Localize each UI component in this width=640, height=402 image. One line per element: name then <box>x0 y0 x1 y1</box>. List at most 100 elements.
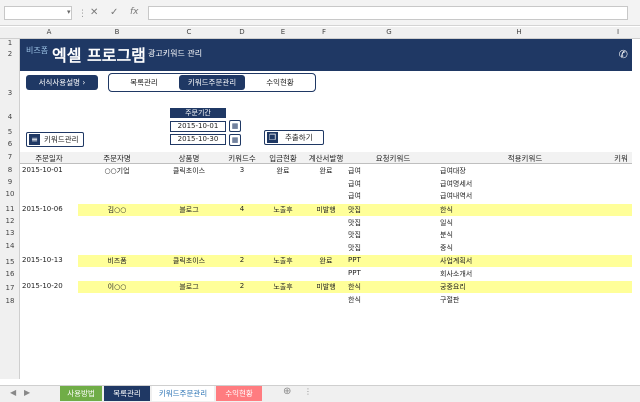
requested-keyword-cell[interactable]: 한식 <box>348 282 361 292</box>
add-sheet-icon[interactable]: ⊕ <box>283 386 291 397</box>
keyword-count-cell[interactable]: 4 <box>222 205 262 213</box>
row-header[interactable]: 10 <box>0 190 20 198</box>
applied-keyword-cell[interactable]: 사업계획서 <box>440 256 472 266</box>
applied-keyword-cell[interactable]: 급여대장 <box>440 166 466 176</box>
requested-keyword-cell[interactable]: 급여 <box>348 191 361 201</box>
function-icon[interactable]: fx <box>130 7 139 17</box>
column-header[interactable]: C <box>156 28 222 36</box>
requested-keyword-cell[interactable]: 맛집 <box>348 205 361 215</box>
confirm-icon[interactable]: ✓ <box>110 7 118 18</box>
tab-group: 목록관리 키워드주문관리 수익현황 <box>108 73 316 92</box>
row-header[interactable]: 9 <box>0 178 20 186</box>
formula-input[interactable] <box>148 6 628 20</box>
column-header[interactable]: I <box>604 28 632 36</box>
calendar-icon[interactable]: ▦ <box>229 134 241 146</box>
payment-cell[interactable]: 노출후 <box>262 205 304 215</box>
column-header[interactable]: A <box>20 28 78 36</box>
keyword-count-cell[interactable]: 2 <box>222 256 262 264</box>
row-header[interactable]: 14 <box>0 242 20 250</box>
header-applied: 적용키워드 <box>507 154 543 163</box>
column-header[interactable]: F <box>304 28 344 36</box>
requested-keyword-cell[interactable]: 급여 <box>348 166 361 176</box>
applied-keyword-cell[interactable]: 궁중요리 <box>440 282 466 292</box>
row-header[interactable]: 1 <box>0 39 20 47</box>
product-cell[interactable]: 블로그 <box>156 282 222 292</box>
product-cell[interactable]: 클릭초이스 <box>156 256 222 266</box>
row-header[interactable]: 11 <box>0 205 20 213</box>
row-header[interactable]: 12 <box>0 217 20 225</box>
product-cell[interactable]: 블로그 <box>156 205 222 215</box>
row-header[interactable]: 4 <box>0 113 20 121</box>
tab-revenue[interactable]: 수익현황 <box>247 75 313 90</box>
sheet-tab[interactable]: 목록관리 <box>104 386 150 401</box>
end-date-field[interactable]: 2015-10-30 <box>170 134 226 145</box>
keyword-management-button[interactable]: ≡ 키워드관리 <box>26 132 84 147</box>
row-header[interactable]: 15 <box>0 258 20 266</box>
tab-keyword-orders[interactable]: 키워드주문관리 <box>179 75 245 90</box>
applied-keyword-cell[interactable]: 분식 <box>440 230 453 240</box>
requested-keyword-cell[interactable]: 맛집 <box>348 243 361 253</box>
order-date-cell[interactable]: 2015-10-06 <box>22 205 63 213</box>
column-header[interactable]: D <box>222 28 262 36</box>
guide-button[interactable]: 서식사용설명 › <box>26 75 98 90</box>
column-header[interactable]: G <box>344 28 434 36</box>
requested-keyword-cell[interactable]: PPT <box>348 256 361 264</box>
cancel-icon[interactable]: ✕ <box>90 7 98 18</box>
chevron-down-icon[interactable]: ▾ <box>67 8 71 16</box>
row-header[interactable]: 3 <box>0 89 20 97</box>
requested-keyword-cell[interactable]: PPT <box>348 269 361 277</box>
payment-cell[interactable]: 노출후 <box>262 282 304 292</box>
applied-keyword-cell[interactable]: 급여내역서 <box>440 191 472 201</box>
invoice-cell[interactable]: 완료 <box>304 166 348 176</box>
row-header[interactable]: 7 <box>0 153 20 161</box>
row-header[interactable]: 2 <box>0 50 20 58</box>
invoice-cell[interactable]: 미발행 <box>304 282 348 292</box>
column-header[interactable]: B <box>78 28 156 36</box>
column-header[interactable]: H <box>434 28 604 36</box>
row-header[interactable]: 6 <box>0 140 20 148</box>
order-date-cell[interactable]: 2015-10-20 <box>22 282 63 290</box>
product-cell[interactable]: 클릭초이스 <box>156 166 222 176</box>
order-date-cell[interactable]: 2015-10-01 <box>22 166 63 174</box>
calendar-icon[interactable]: ▦ <box>229 120 241 132</box>
row-header[interactable]: 16 <box>0 270 20 278</box>
keyword-count-cell[interactable]: 2 <box>222 282 262 290</box>
customer-cell[interactable]: 이○○ <box>78 282 156 292</box>
sheet-tab[interactable]: 사용방법 <box>60 386 102 401</box>
applied-keyword-cell[interactable]: 구절판 <box>440 295 459 305</box>
applied-keyword-cell[interactable]: 중식 <box>440 243 453 253</box>
order-date-cell[interactable]: 2015-10-13 <box>22 256 63 264</box>
more-icon[interactable]: ⋮ <box>304 387 312 396</box>
payment-cell[interactable]: 완료 <box>262 166 304 176</box>
payment-cell[interactable]: 노출후 <box>262 256 304 266</box>
row-header[interactable]: 17 <box>0 284 20 292</box>
table-header: 주문일자 주문자명 상품명 키워드수 입금현황 계산서발행 요청키워드 적용키워… <box>20 152 632 164</box>
keyword-count-cell[interactable]: 3 <box>222 166 262 174</box>
applied-keyword-cell[interactable]: 급여명세서 <box>440 179 472 189</box>
scroll-right-icon[interactable]: ▶ <box>24 388 30 397</box>
requested-keyword-cell[interactable]: 맛집 <box>348 218 361 228</box>
row-header[interactable]: 18 <box>0 297 20 305</box>
row-header[interactable]: 13 <box>0 229 20 237</box>
row-header[interactable]: 8 <box>0 166 20 174</box>
customer-cell[interactable]: 김○○ <box>78 205 156 215</box>
column-header[interactable]: E <box>262 28 304 36</box>
requested-keyword-cell[interactable]: 급여 <box>348 179 361 189</box>
applied-keyword-cell[interactable]: 일식 <box>440 218 453 228</box>
customer-cell[interactable]: 비즈폼 <box>78 256 156 266</box>
applied-keyword-cell[interactable]: 회사소개서 <box>440 269 472 279</box>
customer-cell[interactable]: ○○기업 <box>78 166 156 176</box>
requested-keyword-cell[interactable]: 한식 <box>348 295 361 305</box>
applied-keyword-cell[interactable]: 한식 <box>440 205 453 215</box>
name-box[interactable]: ▾ <box>4 6 72 20</box>
invoice-cell[interactable]: 완료 <box>304 256 348 266</box>
sheet-tab[interactable]: 키워드주문관리 <box>152 386 214 401</box>
requested-keyword-cell[interactable]: 맛집 <box>348 230 361 240</box>
sheet-tab[interactable]: 수익현황 <box>216 386 262 401</box>
row-header[interactable]: 5 <box>0 128 20 136</box>
invoice-cell[interactable]: 미발행 <box>304 205 348 215</box>
extract-button[interactable]: ❐ 추출하기 <box>264 130 324 145</box>
tab-list-management[interactable]: 목록관리 <box>111 75 177 90</box>
start-date-field[interactable]: 2015-10-01 <box>170 121 226 132</box>
scroll-left-icon[interactable]: ◀ <box>10 388 16 397</box>
